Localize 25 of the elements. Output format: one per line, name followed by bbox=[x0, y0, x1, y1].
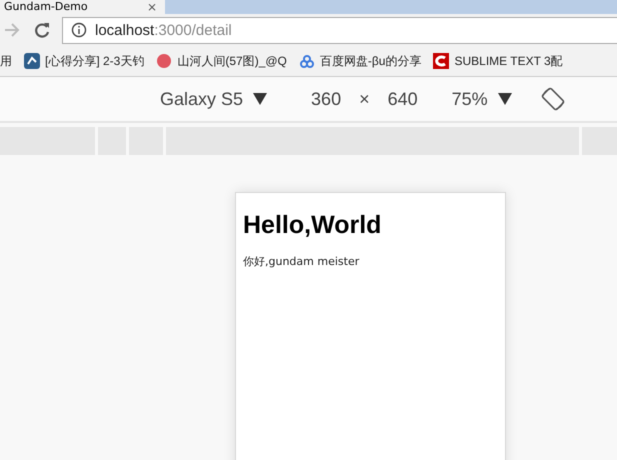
device-dropdown[interactable]: Galaxy S5 bbox=[160, 88, 244, 110]
page-text: 你好,gundam meister bbox=[243, 254, 360, 269]
zoom-dropdown[interactable]: 75% bbox=[452, 88, 488, 110]
tab-title: Gundam-Demo bbox=[4, 1, 88, 13]
close-button[interactable]: × bbox=[146, 1, 157, 13]
dropdown-triangle-icon[interactable] bbox=[498, 93, 512, 105]
app-icon bbox=[24, 53, 40, 69]
dropdown-triangle-icon[interactable] bbox=[253, 93, 268, 105]
cloud-icon bbox=[298, 53, 315, 69]
circle-icon bbox=[156, 53, 172, 69]
times-sign: × bbox=[359, 88, 370, 110]
rotate-icon[interactable] bbox=[540, 86, 566, 112]
bookmark-link[interactable]: SUBLIME TEXT 3配 bbox=[454, 52, 563, 70]
height-field[interactable]: 640 bbox=[388, 88, 418, 110]
page-heading: Hello,World bbox=[243, 211, 382, 240]
browser-tab[interactable]: Gundam-Demo × bbox=[0, 0, 165, 14]
bookmark-link[interactable]: 用 bbox=[0, 52, 12, 70]
width-field[interactable]: 360 bbox=[311, 88, 342, 110]
reload-icon[interactable] bbox=[32, 20, 52, 40]
bookmark-link[interactable]: 山河人间(57图)_@Q bbox=[177, 52, 287, 70]
info-icon bbox=[71, 22, 87, 38]
bookmark-link[interactable]: 百度网盘-βu的分享 bbox=[320, 52, 422, 70]
bookmark-link[interactable]: [心得分享] 2-3天钓 bbox=[45, 52, 144, 70]
address-field[interactable]: localhost:3000/detail bbox=[62, 16, 617, 44]
letter-c-icon bbox=[433, 53, 450, 69]
